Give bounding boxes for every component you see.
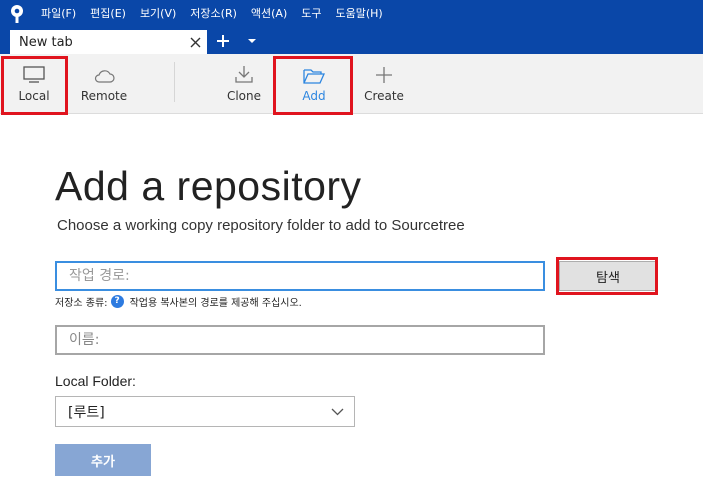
title-bar: 파일(F) 편집(E) 보기(V) 저장소(R) 액션(A) 도구 도움말(H) (0, 0, 703, 27)
local-folder-value: [루트] (68, 404, 105, 421)
local-folder-select[interactable]: [루트] (55, 396, 355, 427)
clone-label: Clone (226, 89, 262, 103)
menu-repository[interactable]: 저장소(R) (183, 0, 244, 27)
menu-bar: 파일(F) 편집(E) 보기(V) 저장소(R) 액션(A) 도구 도움말(H) (34, 0, 390, 27)
repo-type-row: 저장소 종류: ? 작업용 복사본의 경로를 제공해 주십시오. (55, 293, 302, 309)
tab-strip: New tab (0, 27, 703, 54)
sourcetree-logo-icon (0, 0, 34, 27)
page-subtitle: Choose a working copy repository folder … (57, 217, 465, 234)
menu-file[interactable]: 파일(F) (34, 0, 83, 27)
tab-label: New tab (19, 34, 73, 50)
menu-tools[interactable]: 도구 (294, 0, 328, 27)
repo-type-hint: 작업용 복사본의 경로를 제공해 주십시오. (129, 297, 302, 309)
tab-new-tab[interactable]: New tab (10, 30, 207, 54)
remote-label: Remote (80, 89, 128, 103)
folder-open-icon (303, 54, 325, 88)
page-title: Add a repository (55, 163, 362, 209)
clone-button[interactable]: Clone (220, 54, 268, 114)
name-input[interactable] (55, 325, 545, 355)
chevron-down-icon (330, 407, 344, 417)
toolbar-divider (174, 62, 175, 102)
local-button[interactable]: Local (8, 54, 60, 114)
download-icon (234, 54, 254, 88)
plus-icon (375, 54, 393, 88)
tab-menu-chevron-down-icon[interactable] (244, 32, 260, 50)
menu-actions[interactable]: 액션(A) (244, 0, 294, 27)
add-tool-button[interactable]: Add (290, 54, 338, 114)
menu-help[interactable]: 도움말(H) (329, 0, 390, 27)
menu-edit[interactable]: 편집(E) (83, 0, 133, 27)
local-label: Local (18, 89, 50, 103)
cloud-icon (93, 54, 115, 88)
local-folder-label: Local Folder: (55, 373, 136, 389)
browse-button[interactable]: 탐색 (559, 261, 657, 291)
toolbar: Local Remote Clone Add Create (0, 54, 703, 114)
close-icon[interactable] (186, 33, 204, 51)
create-label: Create (364, 89, 404, 103)
question-icon[interactable]: ? (110, 294, 124, 308)
menu-view[interactable]: 보기(V) (133, 0, 183, 27)
create-button[interactable]: Create (360, 54, 408, 114)
add-label: Add (302, 89, 326, 103)
monitor-icon (23, 54, 45, 88)
add-button[interactable]: 추가 (55, 444, 151, 476)
working-path-input[interactable] (55, 261, 545, 291)
repo-type-label: 저장소 종류: (55, 297, 108, 309)
remote-button[interactable]: Remote (76, 54, 132, 114)
new-tab-button[interactable] (212, 32, 234, 50)
